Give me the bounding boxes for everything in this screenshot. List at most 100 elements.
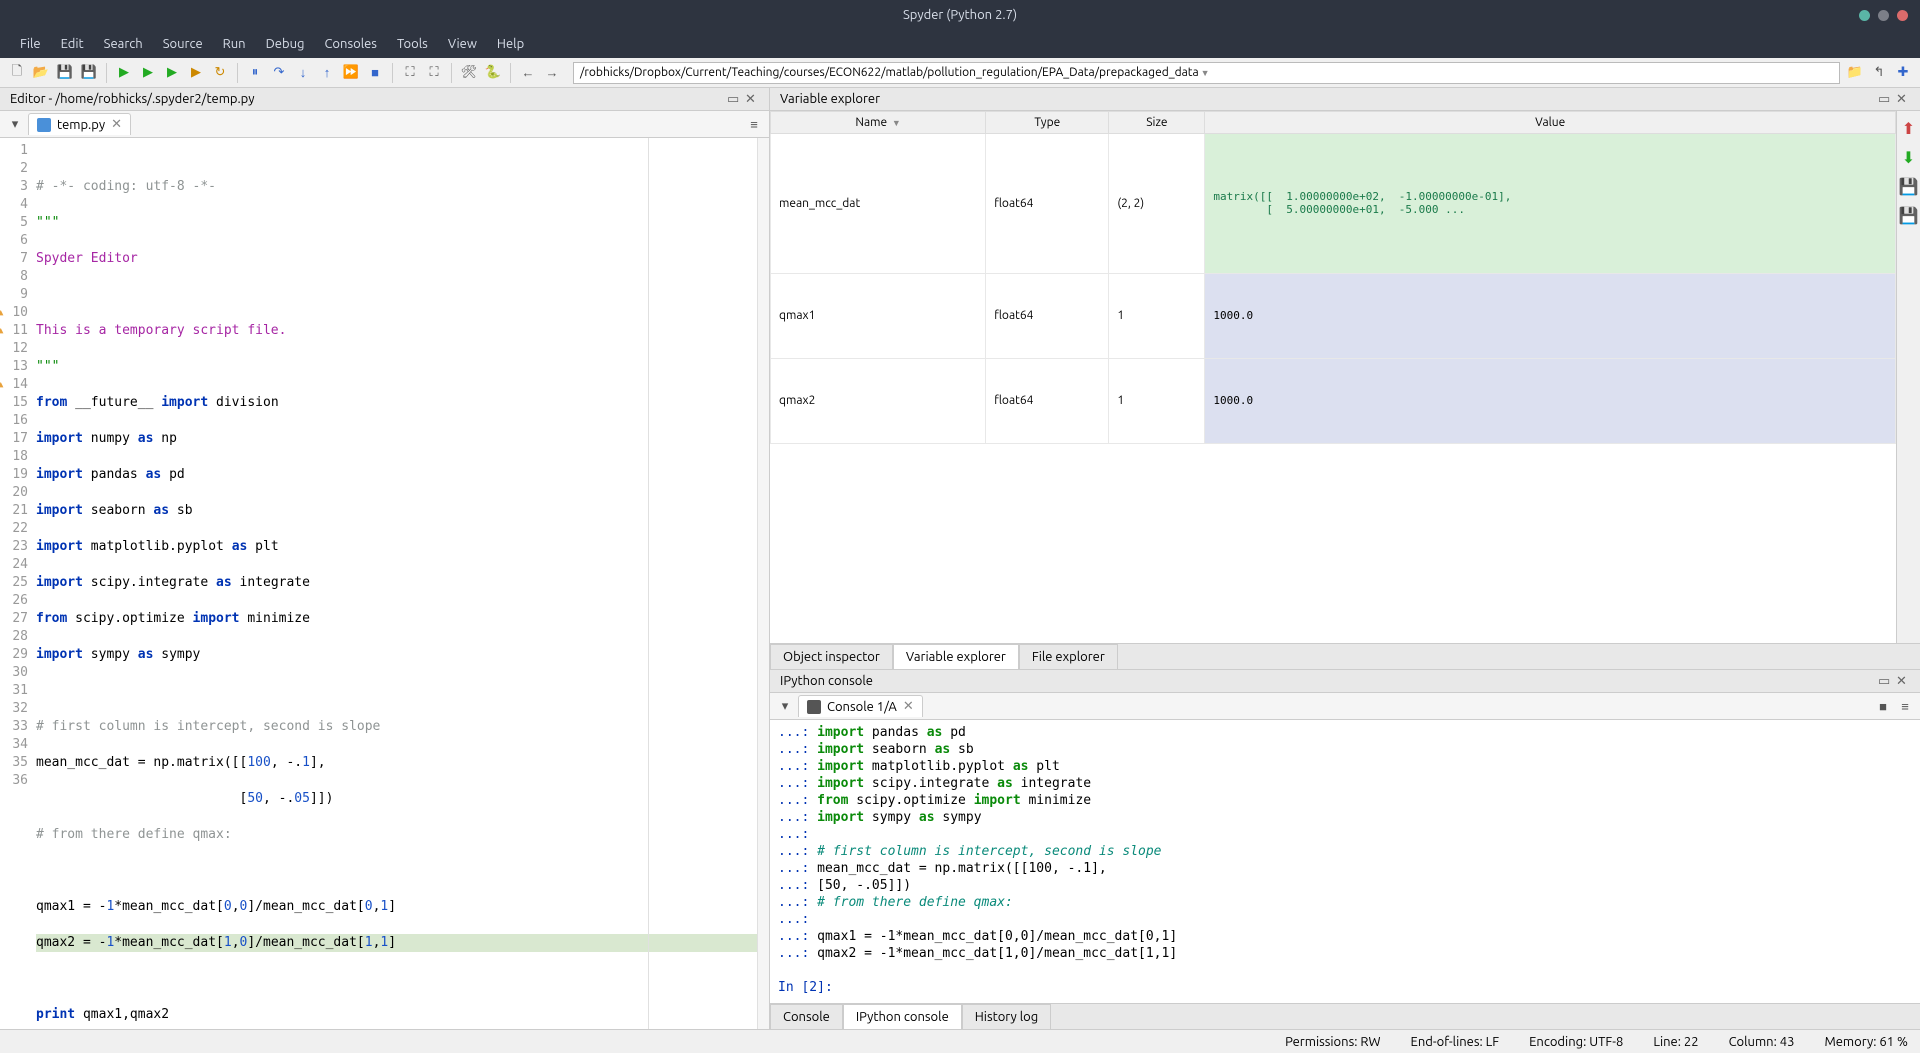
console-tabs: ▾ Console 1/A ✕ ■ ≡ bbox=[770, 693, 1920, 720]
right-pane: Variable explorer ▭ ✕ Name ▼ Type Size V… bbox=[770, 88, 1920, 1029]
console-tab-list-icon[interactable]: ▾ bbox=[776, 697, 794, 715]
minimize-button[interactable] bbox=[1859, 10, 1870, 21]
run-selection-icon[interactable]: ▶ bbox=[187, 64, 205, 82]
save-all-icon[interactable]: 💾 bbox=[80, 64, 98, 82]
console-options-icon[interactable]: ▭ bbox=[1878, 674, 1892, 688]
tab-object-inspector[interactable]: Object inspector bbox=[770, 644, 893, 669]
title-bar: Spyder (Python 2.7) bbox=[0, 0, 1920, 30]
workspace: Editor - /home/robhicks/.spyder2/temp.py… bbox=[0, 88, 1920, 1029]
console-bottom-tabs: Console IPython console History log bbox=[770, 1003, 1920, 1029]
status-eol: End-of-lines: LF bbox=[1411, 1035, 1500, 1049]
console-tab-label: Console 1/A bbox=[827, 700, 897, 714]
console-stop-icon[interactable]: ■ bbox=[1874, 697, 1892, 715]
export-data-icon[interactable]: ⬇ bbox=[1902, 148, 1915, 167]
menu-help[interactable]: Help bbox=[487, 33, 534, 55]
menu-view[interactable]: View bbox=[438, 33, 487, 55]
menu-bar: File Edit Search Source Run Debug Consol… bbox=[0, 30, 1920, 58]
working-directory-input[interactable]: /robhicks/Dropbox/Current/Teaching/cours… bbox=[573, 62, 1840, 84]
variable-explorer-title: Variable explorer bbox=[780, 92, 880, 106]
col-value[interactable]: Value bbox=[1205, 112, 1896, 134]
console-close-icon[interactable]: ✕ bbox=[1896, 674, 1910, 688]
editor-scrollbar[interactable] bbox=[757, 138, 769, 1029]
browse-folder-icon[interactable]: 📁 bbox=[1846, 64, 1864, 82]
save-data-as-icon[interactable]: 💾 bbox=[1899, 206, 1919, 225]
debug-icon[interactable]: ⏸ bbox=[246, 64, 264, 82]
tab-close-icon[interactable]: ✕ bbox=[111, 117, 122, 132]
col-name[interactable]: Name ▼ bbox=[771, 112, 986, 134]
new-file-icon[interactable]: 🗋 bbox=[8, 64, 26, 82]
menu-edit[interactable]: Edit bbox=[51, 33, 94, 55]
stop-debug-icon[interactable]: ■ bbox=[366, 64, 384, 82]
pane-close-icon[interactable]: ✕ bbox=[745, 92, 759, 106]
editor-options-icon[interactable]: ≡ bbox=[745, 115, 763, 133]
fullscreen-icon[interactable]: ⛶ bbox=[425, 64, 443, 82]
pane-options-icon[interactable]: ▭ bbox=[727, 92, 741, 106]
status-encoding: Encoding: UTF-8 bbox=[1529, 1035, 1623, 1049]
continue-icon[interactable]: ⏩ bbox=[342, 64, 360, 82]
preferences-icon[interactable]: 🛠 bbox=[460, 64, 478, 82]
console-title-bar: IPython console ▭ ✕ bbox=[770, 670, 1920, 693]
tab-history-log[interactable]: History log bbox=[962, 1004, 1052, 1029]
step-out-icon[interactable]: ↑ bbox=[318, 64, 336, 82]
table-row[interactable]: qmax1 float64 1 1000.0 bbox=[771, 273, 1896, 358]
status-column: Column: 43 bbox=[1729, 1035, 1795, 1049]
save-data-icon[interactable]: 💾 bbox=[1899, 177, 1919, 196]
menu-debug[interactable]: Debug bbox=[256, 33, 315, 55]
back-icon[interactable]: ← bbox=[519, 64, 537, 82]
working-directory-text: /robhicks/Dropbox/Current/Teaching/cours… bbox=[580, 66, 1199, 79]
ve-options-icon[interactable]: ▭ bbox=[1878, 92, 1892, 106]
forward-icon[interactable]: → bbox=[543, 64, 561, 82]
right-pane-tabs: Object inspector Variable explorer File … bbox=[770, 643, 1920, 669]
run-cell-icon[interactable]: ▶ bbox=[139, 64, 157, 82]
menu-consoles[interactable]: Consoles bbox=[314, 33, 386, 55]
console-tab-close-icon[interactable]: ✕ bbox=[903, 699, 914, 714]
open-file-icon[interactable]: 📂 bbox=[32, 64, 50, 82]
code-content: # -*- coding: utf-8 -*- """ Spyder Edito… bbox=[32, 138, 757, 1029]
console-menu-icon[interactable]: ≡ bbox=[1896, 697, 1914, 715]
variable-table[interactable]: Name ▼ Type Size Value mean_mcc_dat floa… bbox=[770, 111, 1896, 643]
table-row[interactable]: mean_mcc_dat float64 (2, 2) matrix([[ 1.… bbox=[771, 134, 1896, 274]
menu-file[interactable]: File bbox=[10, 33, 51, 55]
step-icon[interactable]: ↷ bbox=[270, 64, 288, 82]
menu-search[interactable]: Search bbox=[94, 33, 153, 55]
status-permissions: Permissions: RW bbox=[1285, 1035, 1380, 1049]
line-number-gutter: 123456789 1011121314 1516171819202122 23… bbox=[0, 138, 32, 1029]
tab-file-explorer[interactable]: File explorer bbox=[1019, 644, 1118, 669]
editor-pane: Editor - /home/robhicks/.spyder2/temp.py… bbox=[0, 88, 770, 1029]
maximize-pane-icon[interactable]: ⛶ bbox=[401, 64, 419, 82]
status-memory: Memory: 61 % bbox=[1824, 1035, 1908, 1049]
menu-source[interactable]: Source bbox=[153, 33, 213, 55]
variable-explorer-title-bar: Variable explorer ▭ ✕ bbox=[770, 88, 1920, 111]
run-icon[interactable]: ▶ bbox=[115, 64, 133, 82]
tab-console[interactable]: Console bbox=[770, 1004, 843, 1029]
file-tab-temp[interactable]: temp.py ✕ bbox=[28, 113, 131, 135]
tab-variable-explorer[interactable]: Variable explorer bbox=[893, 644, 1019, 669]
path-dropdown-icon[interactable]: ▼ bbox=[1201, 68, 1210, 78]
code-editor[interactable]: 123456789 1011121314 1516171819202122 23… bbox=[0, 138, 769, 1029]
file-tab-label: temp.py bbox=[57, 118, 105, 132]
table-row[interactable]: qmax2 float64 1 1000.0 bbox=[771, 358, 1896, 443]
step-into-icon[interactable]: ↓ bbox=[294, 64, 312, 82]
console-output[interactable]: ...: import pandas as pd ...: import sea… bbox=[770, 720, 1920, 1003]
import-data-icon[interactable]: ⬆ bbox=[1902, 119, 1915, 138]
ve-close-icon[interactable]: ✕ bbox=[1896, 92, 1910, 106]
rerun-icon[interactable]: ↻ bbox=[211, 64, 229, 82]
close-button[interactable] bbox=[1897, 10, 1908, 21]
status-bar: Permissions: RW End-of-lines: LF Encodin… bbox=[0, 1029, 1920, 1053]
col-type[interactable]: Type bbox=[986, 112, 1109, 134]
tab-ipython-console[interactable]: IPython console bbox=[843, 1004, 962, 1029]
console-tab[interactable]: Console 1/A ✕ bbox=[798, 695, 923, 717]
pythonpath-icon[interactable]: 🐍 bbox=[484, 64, 502, 82]
run-cell-advance-icon[interactable]: ▶ bbox=[163, 64, 181, 82]
maximize-button[interactable] bbox=[1878, 10, 1889, 21]
menu-tools[interactable]: Tools bbox=[387, 33, 438, 55]
tab-list-icon[interactable]: ▾ bbox=[6, 115, 24, 133]
window-controls bbox=[1859, 10, 1908, 21]
col-size[interactable]: Size bbox=[1109, 112, 1205, 134]
status-line: Line: 22 bbox=[1653, 1035, 1698, 1049]
add-path-icon[interactable]: ✚ bbox=[1894, 64, 1912, 82]
save-icon[interactable]: 💾 bbox=[56, 64, 74, 82]
parent-dir-icon[interactable]: ↰ bbox=[1870, 64, 1888, 82]
python-file-icon bbox=[37, 118, 51, 132]
menu-run[interactable]: Run bbox=[213, 33, 256, 55]
